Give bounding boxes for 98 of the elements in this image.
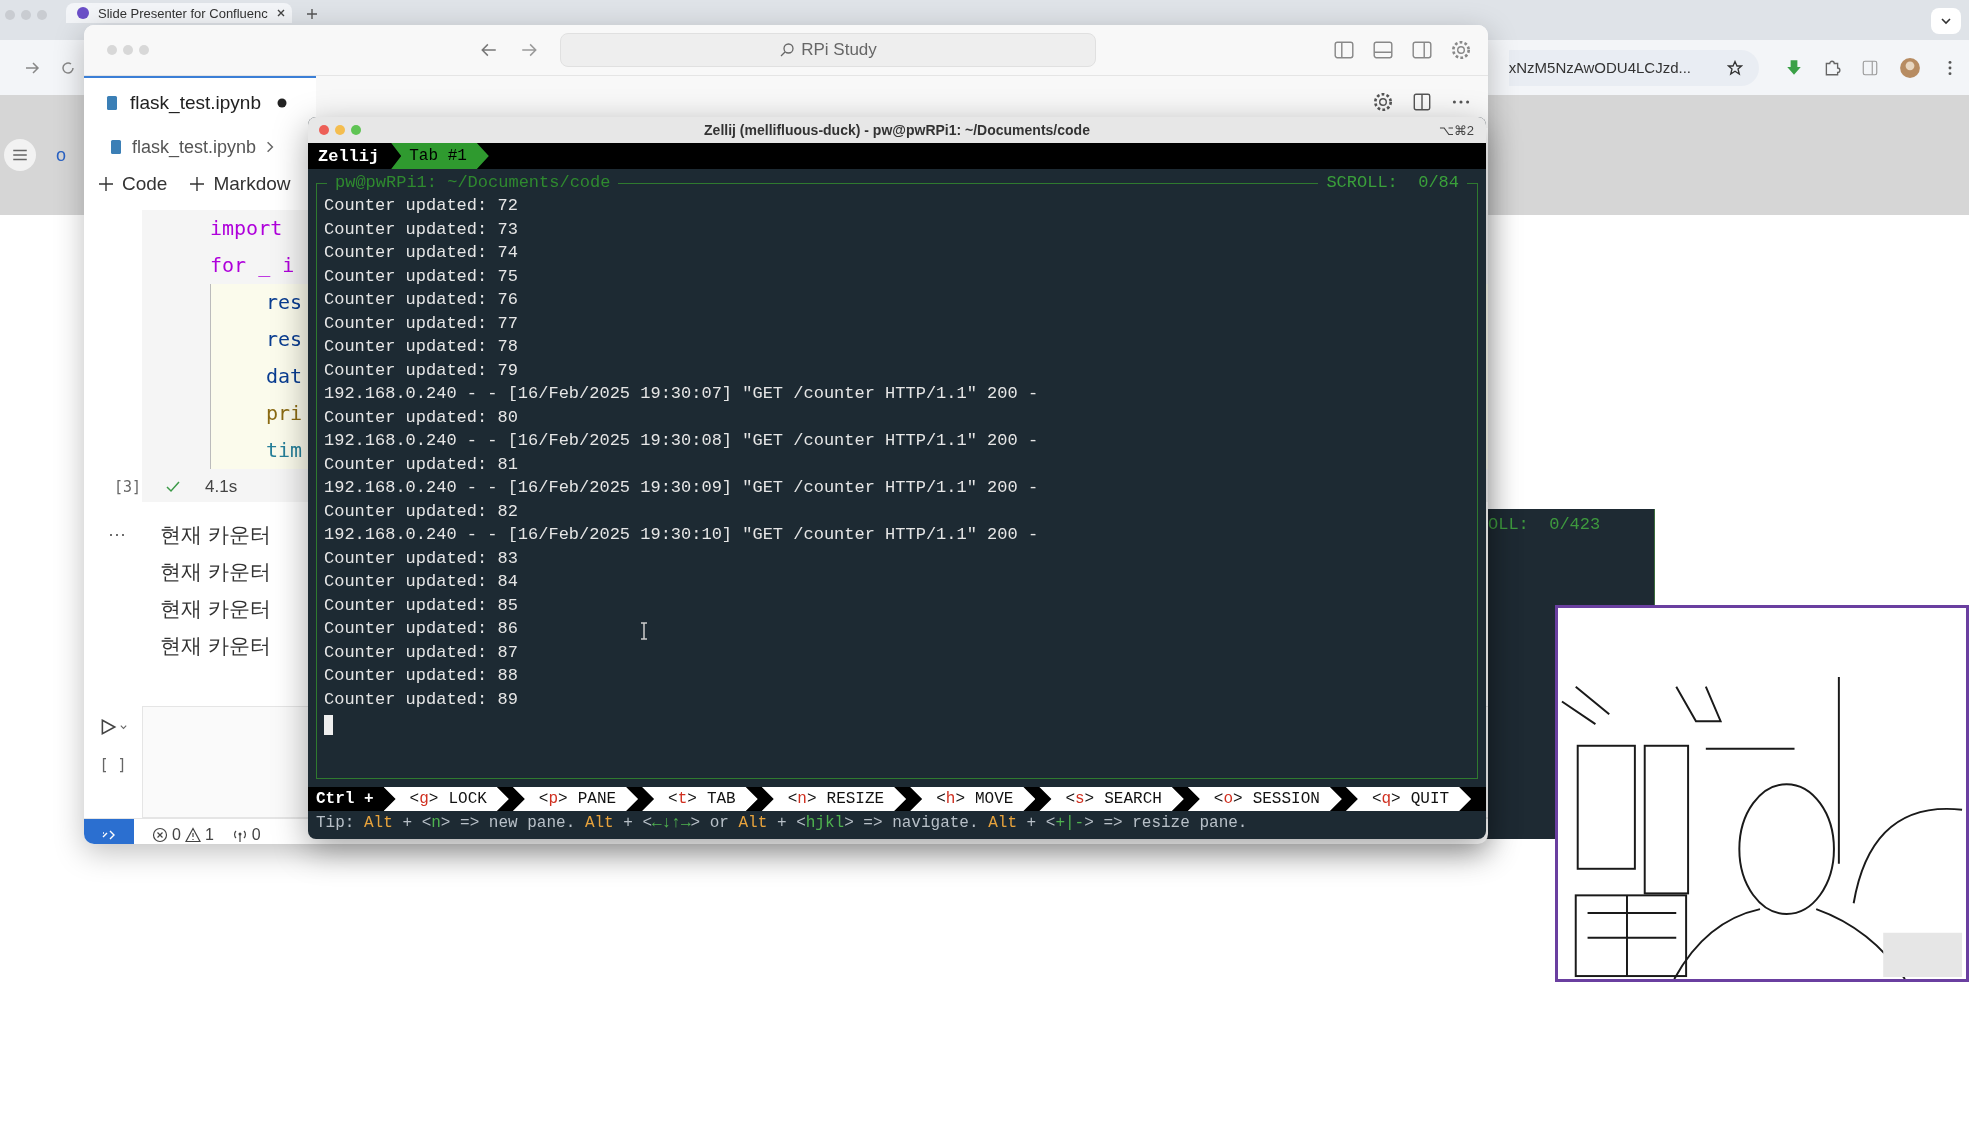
scroll-indicator: OLL: 0/423 (1488, 515, 1601, 534)
output-line: 현재 카운터 (160, 596, 271, 622)
terminal-line: 192.168.0.240 - - [16/Feb/2025 19:30:09] "GET /counter HTTP/1.1" 200 - (324, 477, 1039, 499)
panel-layout-icon[interactable] (1372, 39, 1394, 61)
terminal-line: Counter updated: 79 (324, 359, 518, 382)
keybinding-hint: <g> LOCK (383, 787, 509, 811)
terminal-line: Counter updated: 85 (324, 594, 518, 617)
terminal-line: Counter updated: 73 (324, 218, 518, 241)
terminal-line: Counter updated: 89 (324, 688, 518, 711)
terminal-line: Counter updated: 82 (324, 500, 518, 523)
output-line: 현재 카운터 (160, 559, 271, 585)
new-tab-icon[interactable] (306, 8, 318, 20)
cursor (324, 715, 333, 735)
code-line: import (210, 215, 283, 242)
terminal-line: Counter updated: 76 (324, 289, 518, 311)
terminal-line: 192.168.0.240 - - [16/Feb/2025 19:30:07] "GET /counter HTTP/1.1" 200 - (324, 383, 1039, 405)
modifier-label: Ctrl + (316, 790, 374, 808)
terminal-line: Counter updated: 83 (324, 547, 518, 570)
code-line: tim (266, 437, 303, 464)
plus-icon (98, 176, 114, 192)
close-icon[interactable] (275, 8, 286, 18)
forward-icon[interactable] (520, 41, 538, 59)
keybinding-hint: <t> TAB (642, 787, 758, 811)
address-bar[interactable]: xNzM5NzAwODU4LCJzd... (1508, 49, 1759, 86)
avatar-icon[interactable] (1899, 56, 1921, 79)
terminal-line: Counter updated: 75 (324, 265, 518, 288)
window-title: Zellij (mellifluous-duck) - pw@pwRPi1: ~/Documents/code (703, 122, 1091, 138)
terminal-line: Counter updated: 78 (324, 336, 518, 358)
terminal-line: Counter updated: 88 (324, 665, 518, 687)
side-panel-icon[interactable] (1861, 58, 1879, 77)
chevron-down-icon (1940, 15, 1952, 27)
keybinding-hint: <s> SEARCH (1039, 787, 1184, 811)
code-line: pri (266, 400, 303, 427)
terminal-line: 192.168.0.240 - - [16/Feb/2025 19:30:10] "GET /counter HTTP/1.1" 200 - (324, 524, 1039, 546)
back-icon[interactable] (480, 41, 498, 59)
output-line: 현재 카운터 (160, 633, 271, 659)
menu-button[interactable] (4, 139, 36, 171)
code-line: for _ i (210, 252, 295, 279)
search-field[interactable]: RPi Study (560, 33, 1096, 67)
run-time: 4.1s (205, 477, 238, 497)
terminal-line: Counter updated: 77 (324, 312, 518, 335)
execution-count: [ ] (99, 756, 127, 774)
browser-tab[interactable]: Slide Presenter for Confluenc (66, 3, 292, 23)
output-menu[interactable]: ··· (84, 516, 160, 664)
warning-icon (184, 827, 201, 843)
text-cursor-icon (639, 622, 649, 640)
keybinding-hint: <o> SESSION (1187, 787, 1342, 811)
keybinding-hint: <q> QUIT (1345, 787, 1472, 811)
execution-count: [3] (114, 478, 142, 496)
terminal-line: Counter updated: 80 (324, 406, 518, 429)
terminal-line: 192.168.0.240 - - [16/Feb/2025 19:30:08] "GET /counter HTTP/1.1" 200 - (324, 430, 1039, 452)
error-icon (152, 827, 168, 843)
search-icon (779, 42, 796, 58)
session-name: Zellij (318, 146, 381, 166)
plus-icon (189, 176, 206, 192)
output-line: 현재 카운터 (160, 522, 271, 548)
add-cell-button[interactable]: Markdow (189, 173, 291, 195)
terminal-line: Counter updated: 81 (324, 453, 518, 476)
terminal-line: Counter updated: 72 (324, 195, 518, 217)
code-line: res (266, 326, 303, 353)
tip-line: Tip: Alt + <n> => new pane. Alt + <←↓↑→> or Alt + <hjkl> => navigate. Alt + <+|-> => resize pane. (315, 813, 1249, 834)
puzzle-icon[interactable] (1823, 58, 1841, 77)
unsaved-dot-icon[interactable] (276, 98, 287, 108)
secondary-sidebar-icon[interactable] (1411, 39, 1433, 61)
window-controls-icon[interactable] (318, 124, 362, 136)
code-line: dat (266, 363, 303, 390)
editor-tab[interactable]: flask_test.ipynb (84, 76, 316, 128)
app-icon (76, 6, 90, 20)
terminal-tab[interactable]: Tab #1 (391, 143, 489, 169)
tab-list-button[interactable] (1931, 8, 1961, 34)
notebook-icon (104, 95, 120, 111)
caret-icon (118, 722, 128, 732)
keybinding-hint: <n> RESIZE (761, 787, 907, 811)
sidebar-layout-icon[interactable] (1333, 39, 1355, 61)
terminal-line: Counter updated: 74 (324, 242, 518, 264)
download-icon[interactable] (1785, 58, 1803, 77)
add-cell-button[interactable]: Code (98, 173, 168, 195)
pane-title: pw@pwRPi1: ~/Documents/code (327, 173, 619, 193)
remote-button[interactable] (84, 819, 134, 844)
breadcrumb[interactable]: flask_test.ipynb (132, 136, 257, 158)
problems-button[interactable]: 0 1 (152, 826, 214, 844)
url-text: xNzM5NzAwODU4LCJzd... (1508, 59, 1691, 76)
star-icon[interactable] (1727, 59, 1743, 76)
forward-icon[interactable] (24, 59, 40, 76)
settings-icon[interactable] (1450, 39, 1472, 61)
terminal-line: Counter updated: 87 (324, 641, 518, 664)
terminal-line: Counter updated: 84 (324, 571, 518, 593)
shortcut-label: ⌥⌘2 (1438, 122, 1474, 138)
code-line: res (266, 289, 303, 316)
reload-icon[interactable] (60, 59, 76, 76)
terminal-line: Counter updated: 86 (324, 618, 518, 640)
page-text: o (56, 144, 66, 166)
notebook-icon (108, 139, 124, 155)
keybinding-hint: <h> MOVE (910, 787, 1036, 811)
ports-button[interactable]: 0 (231, 826, 261, 844)
split-editor-icon[interactable] (1411, 91, 1433, 113)
settings-icon[interactable] (1372, 91, 1394, 113)
keybinding-hint: <p> PANE (512, 787, 639, 811)
